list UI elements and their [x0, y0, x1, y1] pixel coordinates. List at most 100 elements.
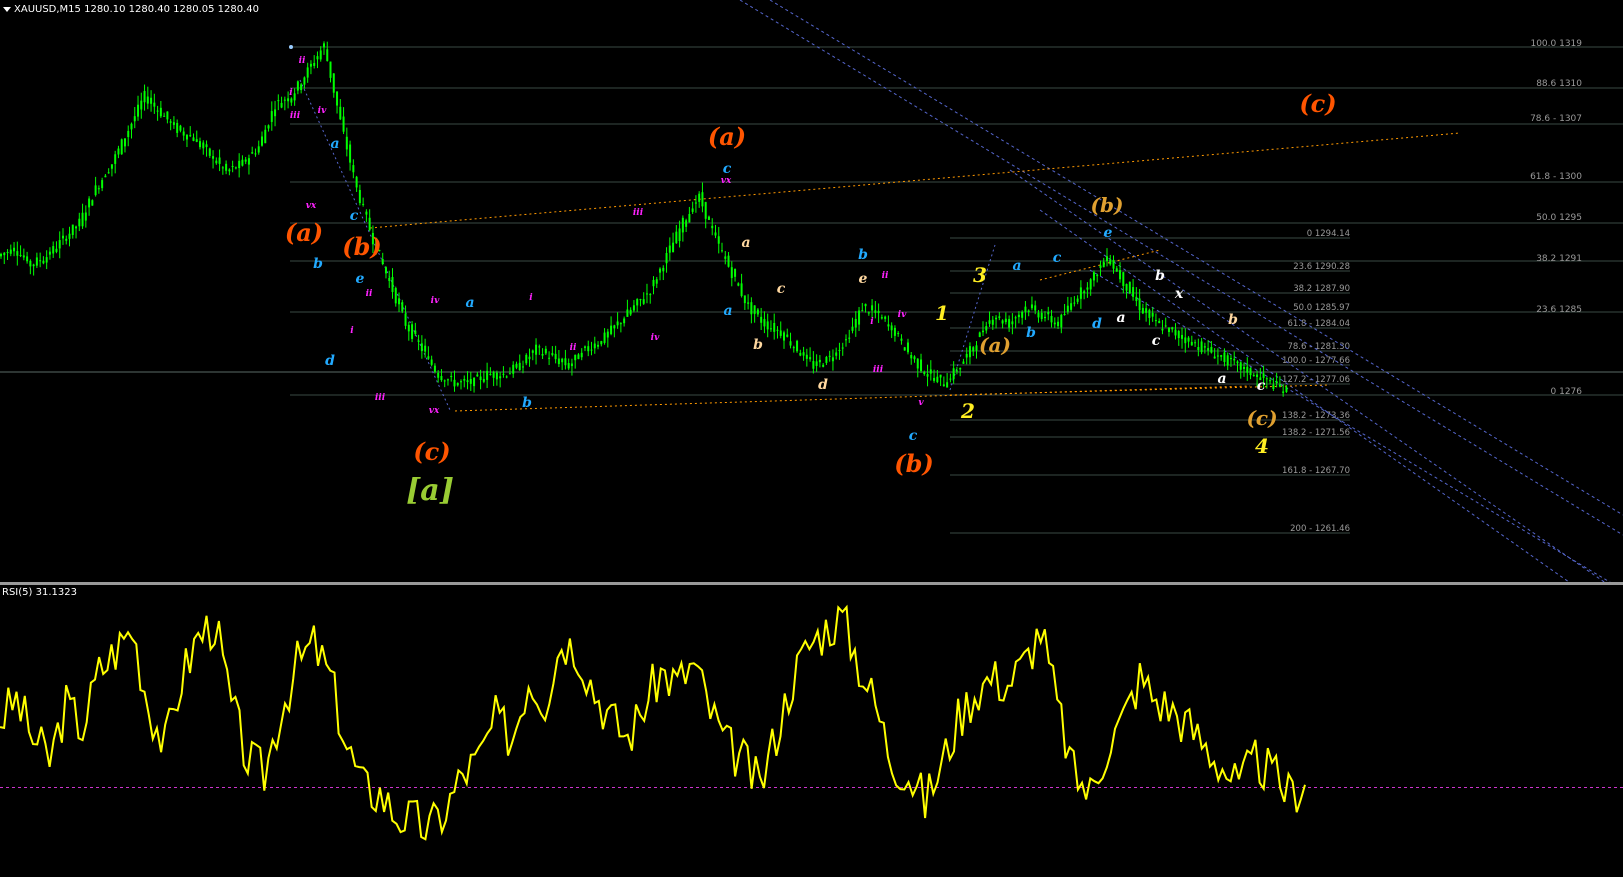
candle-body	[146, 96, 149, 104]
wave-label: c	[1152, 333, 1161, 349]
wave-label: vx	[429, 406, 440, 416]
candle-body	[362, 203, 365, 205]
candle-body	[241, 159, 244, 166]
candle-body	[1050, 315, 1053, 323]
candle-body	[668, 245, 671, 253]
candle-body	[616, 321, 619, 326]
candle-body	[417, 340, 420, 342]
candle-body	[0, 253, 2, 257]
wave-label: a	[465, 295, 474, 311]
candle-body	[851, 326, 854, 331]
candle-body	[1070, 303, 1073, 310]
candle-body	[1030, 304, 1033, 309]
candle-body	[982, 330, 985, 333]
candle-body	[1167, 327, 1170, 333]
candle-body	[78, 218, 81, 227]
candle-body	[848, 337, 851, 339]
candle-body	[1027, 310, 1030, 312]
candle-body	[205, 144, 208, 148]
candle-body	[887, 324, 890, 327]
candle-body	[384, 267, 387, 274]
candle-body	[437, 372, 440, 378]
wave-label: (b)	[342, 232, 382, 261]
candle-body	[290, 98, 293, 103]
candle-body	[1086, 287, 1089, 290]
candle-body	[632, 305, 635, 311]
candle-body	[933, 377, 936, 381]
candle-body	[913, 356, 916, 360]
candle-body	[336, 91, 339, 106]
candle-body	[874, 310, 877, 313]
candle-body	[58, 240, 61, 249]
candle-body	[137, 104, 140, 117]
candle-body	[809, 357, 812, 360]
candle-body	[707, 216, 710, 220]
candle-body	[750, 302, 753, 315]
candle-body	[1014, 317, 1017, 319]
candle-body	[730, 267, 733, 279]
candle-body	[1223, 352, 1226, 363]
wave-label: (c)	[413, 437, 450, 466]
wave-label: iv	[898, 310, 907, 320]
candle-body	[936, 376, 939, 383]
candle-body	[199, 141, 202, 148]
wave-label: i	[350, 326, 354, 336]
candle-body	[623, 318, 626, 324]
candle-body	[179, 125, 182, 131]
wave-label: d	[1092, 316, 1102, 332]
candle-body	[926, 374, 929, 377]
candle-body	[120, 139, 123, 155]
candle-body	[916, 358, 919, 369]
candle-body	[261, 136, 263, 146]
candle-body	[629, 309, 632, 315]
wave-label: b	[1155, 268, 1165, 284]
candle-body	[583, 346, 586, 348]
fib-label: 100.0 1319	[1530, 39, 1582, 49]
candle-body	[779, 330, 782, 336]
candle-body	[391, 277, 394, 292]
candle-body	[479, 376, 482, 380]
candle-body	[473, 377, 476, 387]
wave-label: e	[1104, 225, 1113, 241]
candle-body	[26, 256, 29, 262]
candle-body	[68, 233, 71, 239]
candle-body	[97, 188, 100, 190]
candle-body	[274, 109, 277, 117]
wave-label: c	[777, 281, 786, 297]
candle-body	[890, 325, 893, 331]
candle-body	[975, 345, 978, 351]
candle-body	[704, 202, 707, 219]
candle-body	[107, 172, 110, 174]
candle-body	[1135, 296, 1138, 302]
candle-body	[453, 379, 456, 387]
candle-body	[991, 319, 994, 325]
candle-body	[342, 116, 345, 132]
candle-body	[225, 163, 228, 171]
candle-body	[923, 372, 926, 375]
fib-inner-label: 138.2 - 1271.56	[1282, 428, 1350, 438]
candle-body	[61, 235, 64, 239]
candle-body	[22, 255, 25, 258]
fib-inner-label: 23.6 1290.28	[1293, 262, 1350, 272]
candle-body	[319, 50, 322, 60]
wave-label: iii	[873, 365, 884, 375]
candle-body	[776, 329, 779, 331]
candle-body	[349, 144, 352, 163]
candle-body	[29, 260, 32, 267]
candle-body	[610, 325, 613, 335]
candle-body	[365, 211, 368, 215]
candle-body	[1246, 366, 1249, 373]
channel-line	[739, 0, 1623, 536]
candle-body	[544, 348, 547, 354]
dropdown-arrow-icon[interactable]	[3, 7, 11, 12]
candle-body	[394, 287, 397, 304]
candle-body	[1141, 307, 1144, 314]
candle-body	[1024, 306, 1027, 312]
candle-body	[91, 200, 94, 206]
candle-body	[939, 374, 942, 378]
candle-body	[681, 217, 684, 233]
candle-body	[903, 347, 906, 351]
candle-body	[1187, 337, 1190, 342]
candle-body	[463, 379, 466, 381]
candle-body	[636, 299, 639, 306]
